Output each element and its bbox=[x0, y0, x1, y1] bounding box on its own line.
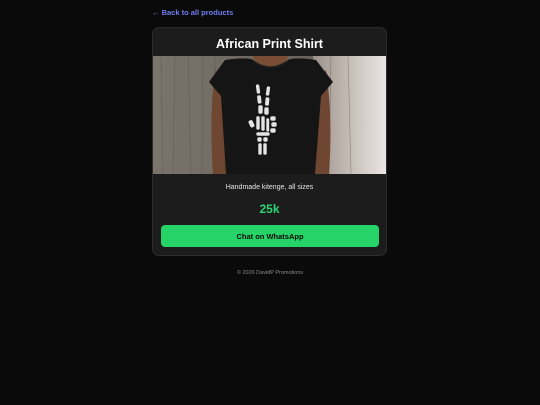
product-image bbox=[153, 56, 386, 174]
whatsapp-chat-button[interactable]: Chat on WhatsApp bbox=[161, 225, 379, 247]
product-card: African Print Shirt Handmade kitenge, al… bbox=[152, 27, 387, 256]
back-to-products-link[interactable]: ← Back to all products bbox=[152, 8, 233, 17]
footer-copyright: © 2026 DavidP Promotions bbox=[236, 270, 304, 276]
product-price: 25k bbox=[259, 202, 280, 216]
product-page: ← Back to all products African Print Shi… bbox=[0, 0, 540, 405]
product-description: Handmade kitenge, all sizes bbox=[225, 184, 314, 191]
product-title: African Print Shirt bbox=[216, 37, 323, 51]
